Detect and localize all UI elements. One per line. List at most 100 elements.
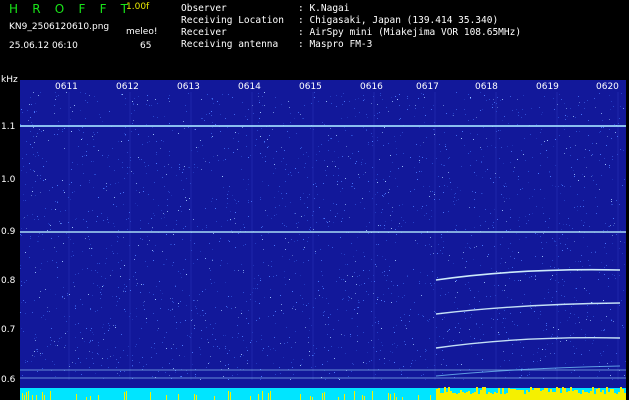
signal-level-tick — [268, 393, 269, 400]
trace-lower — [435, 337, 621, 349]
signal-level-tick — [344, 394, 345, 400]
signal-level-tick — [570, 387, 572, 400]
signal-level-tick — [496, 393, 498, 400]
signal-level-tick — [32, 395, 33, 400]
signal-level-tick — [578, 393, 580, 400]
signal-level-tick — [478, 394, 480, 400]
signal-level-tick — [500, 394, 502, 400]
datetime: 25.06.12 06:10 — [9, 41, 78, 51]
signal-level-tick — [488, 392, 490, 400]
signal-level-tick — [98, 395, 99, 400]
time-tick-label: 0618 — [475, 82, 498, 92]
signal-level-tick — [450, 391, 452, 400]
signal-level-tick — [42, 392, 43, 400]
signal-level-tick — [440, 393, 442, 400]
location-value: : Chigasaki, Japan (139.414 35.340) — [298, 15, 499, 26]
signal-level-tick — [454, 393, 456, 400]
signal-level-tick — [250, 396, 251, 400]
signal-level-tick — [28, 391, 29, 400]
signal-level-tick — [518, 390, 520, 400]
signal-level-tick — [300, 394, 301, 400]
meleo-label: meleo! — [126, 27, 158, 37]
signal-level-tick — [504, 394, 506, 400]
signal-level-tick — [560, 393, 562, 400]
time-tick-label: 0614 — [238, 82, 261, 92]
spectrogram-plot: 0611 0612 0613 0614 0615 0616 0617 0618 … — [20, 80, 626, 400]
signal-level-tick — [230, 392, 231, 400]
signal-level-tick — [502, 388, 504, 400]
file-name: KN9_2506120610.png — [9, 22, 110, 32]
header-panel: H R O F F T 1.00f KN9_2506120610.png mel… — [0, 0, 629, 78]
signal-level-tick — [534, 388, 536, 400]
signal-level-tick — [524, 394, 526, 400]
freq-tick-label: 0.7 — [1, 325, 16, 335]
signal-level-tick — [598, 388, 600, 400]
time-tick-label: 0615 — [299, 82, 322, 92]
signal-level-tick — [150, 392, 151, 400]
time-tick-label: 0617 — [416, 82, 439, 92]
signal-level-tick — [44, 395, 45, 400]
signal-level-tick — [514, 389, 516, 400]
signal-level-tick — [50, 391, 51, 400]
signal-level-tick — [438, 388, 440, 400]
signal-level-tick — [604, 394, 606, 400]
signal-level-tick — [584, 392, 586, 400]
signal-level-tick — [482, 387, 484, 400]
signal-level-tick — [390, 394, 391, 400]
antenna-value: : Maspro FM-3 — [298, 39, 373, 50]
signal-level-tick — [606, 387, 608, 400]
signal-level-tick — [600, 392, 602, 400]
signal-level-tick — [506, 393, 508, 400]
signal-level-tick — [516, 390, 518, 400]
signal-level-tick — [548, 392, 550, 400]
signal-level-tick — [258, 394, 259, 400]
signal-level-tick — [464, 393, 466, 400]
signal-level-tick — [36, 395, 37, 400]
signal-level-tick — [474, 392, 476, 400]
signal-level-tick — [228, 391, 229, 400]
signal-level-tick — [566, 392, 568, 400]
time-tick-label: 0612 — [116, 82, 139, 92]
signal-level-tick — [354, 391, 355, 400]
signal-level-tick — [540, 391, 542, 400]
trace-bottom — [435, 365, 621, 377]
signal-level-tick — [466, 392, 468, 400]
signal-level-tick — [554, 392, 556, 400]
signal-level-tick — [166, 395, 167, 400]
signal-level-tick — [444, 387, 446, 400]
signal-level-tick — [580, 394, 582, 400]
freq-tick-label: 1.0 — [1, 175, 16, 185]
signal-level-tick — [536, 388, 538, 400]
signal-level-tick — [310, 396, 311, 400]
time-tick-label: 0616 — [360, 82, 383, 92]
signal-level-tick — [472, 393, 474, 400]
signal-level-tick — [564, 388, 566, 400]
signal-level-tick — [588, 393, 590, 400]
signal-level-tick — [126, 391, 127, 400]
noise-field — [20, 92, 626, 380]
antenna-key: Receiving antenna — [181, 39, 279, 50]
signal-level-tick — [530, 387, 532, 400]
time-tick-label: 0620 — [596, 82, 619, 92]
signal-level-tick — [458, 393, 460, 400]
signal-level-tick — [448, 387, 450, 400]
signal-level-tick — [418, 395, 419, 400]
spectrogram-canvas — [20, 92, 626, 400]
signal-level-tick — [582, 390, 584, 400]
signal-level-tick — [470, 394, 472, 400]
signal-level-tick — [558, 388, 560, 400]
signal-level-tick — [546, 388, 548, 400]
signal-level-tick — [616, 394, 618, 400]
signal-level-tick — [614, 393, 616, 400]
signal-level-tick — [618, 392, 620, 400]
meleo-value: 65 — [140, 41, 152, 51]
signal-level-tick — [576, 390, 578, 400]
signal-level-tick — [612, 389, 614, 400]
signal-level-tick — [486, 394, 488, 400]
signal-level-tick — [372, 391, 373, 400]
signal-level-tick — [494, 392, 496, 400]
signal-level-tick — [362, 395, 363, 400]
signal-level-tick — [622, 389, 624, 400]
signal-level-tick — [550, 389, 552, 400]
signal-level-tick — [270, 391, 271, 400]
